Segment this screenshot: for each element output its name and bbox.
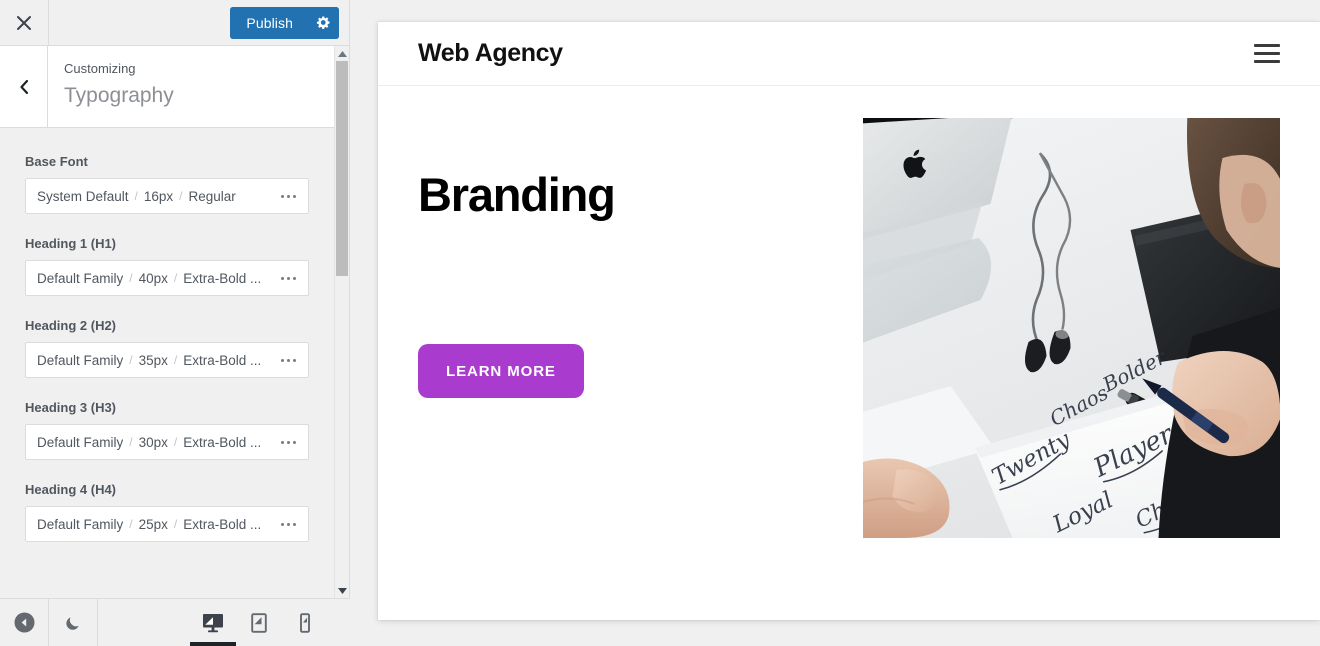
- font-family-value: Default Family: [37, 516, 124, 532]
- device-preview-mobile[interactable]: [282, 599, 328, 646]
- control-value-parts: Default Family / 35px / Extra-Bold ...: [37, 353, 275, 368]
- scroll-up-arrow-icon: [337, 50, 347, 57]
- ellipsis-icon[interactable]: [275, 358, 302, 362]
- font-control-heading-3[interactable]: Default Family / 30px / Extra-Bold ...: [25, 424, 309, 460]
- scroll-up-button[interactable]: [335, 46, 349, 61]
- control-label: Heading 3 (H3): [25, 400, 117, 415]
- hero-image: Twenty Chaos Bolder Player Loyal: [862, 118, 1280, 538]
- scrollbar-thumb[interactable]: [336, 61, 348, 276]
- control-label: Heading 1 (H1): [25, 236, 117, 251]
- separator: /: [179, 189, 183, 203]
- page-title: Typography: [64, 84, 174, 107]
- hero-heading: Branding: [418, 168, 616, 221]
- site-preview-frame[interactable]: Web Agency Branding LEARN MORE Twenty Ch…: [378, 22, 1320, 620]
- font-weight-value: Extra-Bold ...: [183, 270, 262, 286]
- font-size-value: 40px: [138, 270, 168, 286]
- tablet-icon: [251, 612, 267, 633]
- publish-settings-button[interactable]: [307, 6, 339, 39]
- control-value-parts: Default Family / 30px / Extra-Bold ...: [37, 435, 275, 450]
- sidebar-scrollbar[interactable]: [334, 46, 349, 598]
- preview-area: Web Agency Branding LEARN MORE Twenty Ch…: [350, 0, 1320, 646]
- site-title: Web Agency: [418, 39, 563, 67]
- site-header: Web Agency: [378, 22, 1320, 86]
- control-value-parts: System Default / 16px / Regular: [37, 189, 275, 204]
- scroll-down-arrow-icon: [337, 587, 347, 594]
- separator: /: [129, 353, 133, 367]
- desk-lettering-photo: Twenty Chaos Bolder Player Loyal: [862, 118, 1280, 538]
- font-size-value: 25px: [138, 516, 168, 532]
- font-weight-value: Extra-Bold ...: [183, 352, 262, 368]
- separator: /: [173, 517, 178, 531]
- ellipsis-icon[interactable]: [275, 194, 302, 198]
- hero-text-column: Branding LEARN MORE: [418, 118, 863, 548]
- ellipsis-icon[interactable]: [275, 440, 302, 444]
- font-size-value: 30px: [138, 434, 168, 450]
- control-label: Heading 2 (H2): [25, 318, 117, 333]
- dark-mode-toggle-button[interactable]: [49, 599, 98, 646]
- separator: /: [129, 517, 133, 531]
- customizer-app: Publish Customizing Typography Base Font…: [0, 0, 1320, 646]
- typography-controls-list: Base Font System Default / 16px / Regula…: [0, 129, 334, 595]
- font-family-value: System Default: [37, 188, 129, 204]
- font-control-heading-4[interactable]: Default Family / 25px / Extra-Bold ...: [25, 506, 309, 542]
- panel-title-text: Customizing Typography: [48, 46, 174, 127]
- hamburger-menu-icon[interactable]: [1254, 44, 1280, 63]
- device-preview-desktop[interactable]: [190, 599, 236, 646]
- separator: /: [173, 435, 178, 449]
- mobile-icon: [300, 612, 310, 633]
- font-family-value: Default Family: [37, 352, 124, 368]
- back-button[interactable]: [0, 46, 48, 127]
- moon-icon: [66, 616, 79, 630]
- control-group-heading-2: Heading 2 (H2) Default Family / 35px / E…: [25, 318, 309, 378]
- hero-photo: Twenty Chaos Bolder Player Loyal: [862, 118, 1280, 538]
- close-customizer-button[interactable]: [0, 0, 49, 45]
- separator: /: [173, 271, 178, 285]
- learn-more-button[interactable]: LEARN MORE: [418, 344, 584, 398]
- breadcrumb-customizing: Customizing: [64, 61, 136, 76]
- font-family-value: Default Family: [37, 270, 124, 286]
- font-family-value: Default Family: [37, 434, 124, 450]
- publish-button[interactable]: Publish: [230, 6, 307, 39]
- control-value-parts: Default Family / 40px / Extra-Bold ...: [37, 271, 275, 286]
- font-size-value: 35px: [138, 352, 168, 368]
- font-weight-value: Extra-Bold ...: [183, 516, 262, 532]
- control-group-heading-3: Heading 3 (H3) Default Family / 30px / E…: [25, 400, 309, 460]
- control-group-heading-1: Heading 1 (H1) Default Family / 40px / E…: [25, 236, 309, 296]
- gear-icon: [316, 16, 329, 30]
- control-value-parts: Default Family / 25px / Extra-Bold ...: [37, 517, 275, 532]
- control-group-base-font: Base Font System Default / 16px / Regula…: [25, 154, 309, 214]
- chevron-left-icon: [19, 79, 28, 94]
- collapse-sidebar-button[interactable]: [0, 599, 49, 646]
- font-size-value: 16px: [143, 188, 174, 204]
- panel-title-row: Customizing Typography: [0, 46, 349, 128]
- collapse-arrow-icon: [14, 612, 34, 633]
- separator: /: [129, 435, 133, 449]
- publish-group: Publish: [230, 6, 339, 39]
- customizer-footer: [0, 598, 350, 646]
- desktop-icon: [203, 613, 223, 632]
- device-preview-group: [190, 599, 350, 646]
- close-icon: [17, 15, 31, 30]
- footer-spacer: [98, 599, 190, 646]
- ellipsis-icon[interactable]: [275, 276, 302, 280]
- hero-section: Branding LEARN MORE Twenty Chaos Bolder …: [378, 86, 1320, 620]
- customizer-sidebar: Publish Customizing Typography Base Font…: [0, 0, 350, 646]
- control-group-heading-4: Heading 4 (H4) Default Family / 25px / E…: [25, 482, 309, 542]
- separator: /: [134, 189, 138, 203]
- site-header-right: [1254, 44, 1280, 63]
- font-control-base-font[interactable]: System Default / 16px / Regular: [25, 178, 309, 214]
- separator: /: [173, 353, 178, 367]
- separator: /: [129, 271, 133, 285]
- customizer-header: Publish: [0, 0, 349, 46]
- font-control-heading-2[interactable]: Default Family / 35px / Extra-Bold ...: [25, 342, 309, 378]
- device-preview-tablet[interactable]: [236, 599, 282, 646]
- control-label: Heading 4 (H4): [25, 482, 117, 497]
- control-label: Base Font: [25, 154, 88, 169]
- font-control-heading-1[interactable]: Default Family / 40px / Extra-Bold ...: [25, 260, 309, 296]
- scroll-down-button[interactable]: [335, 583, 349, 598]
- font-weight-value: Extra-Bold ...: [183, 434, 262, 450]
- font-weight-value: Regular: [188, 188, 236, 204]
- ellipsis-icon[interactable]: [275, 522, 302, 526]
